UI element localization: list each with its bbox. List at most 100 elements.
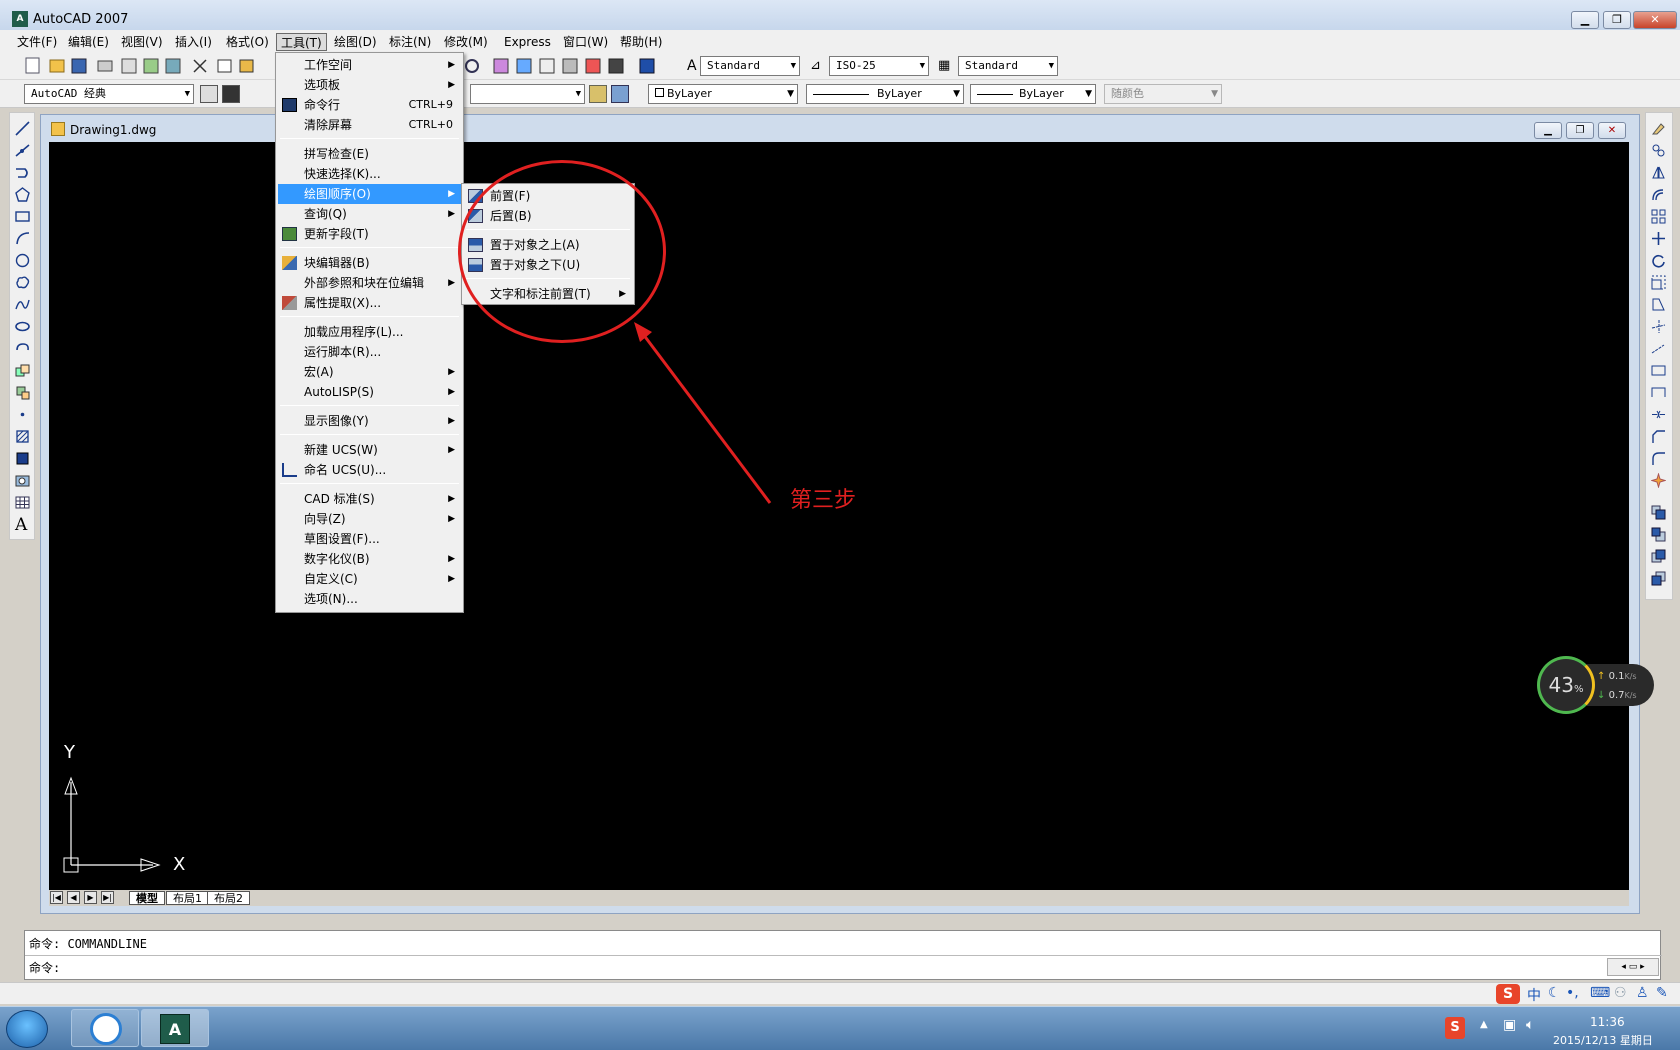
close-button[interactable]: ✕ [1633, 11, 1677, 29]
workspace-save-icon[interactable] [222, 85, 240, 103]
table-style-combo[interactable]: Standard ▼ [958, 56, 1058, 76]
drawing-minimize-button[interactable]: ▁ [1534, 122, 1562, 139]
send-under-icon[interactable] [1651, 571, 1666, 586]
menu-item-attribute-extract[interactable]: 属性提取(X)... [278, 293, 461, 313]
color-combo[interactable]: ByLayer ▼ [648, 84, 798, 104]
menu-draw[interactable]: 绘图(D) [330, 33, 381, 51]
autocad-app-icon[interactable]: A [12, 11, 28, 27]
send-to-back-icon[interactable] [1651, 527, 1666, 542]
sogou-ime-icon[interactable]: S [1496, 984, 1520, 1004]
menu-item-load-application[interactable]: 加载应用程序(L)... [278, 322, 461, 342]
make-block-icon[interactable] [15, 385, 30, 400]
maximize-button[interactable]: ❐ [1603, 11, 1631, 29]
menu-view[interactable]: 视图(V) [117, 33, 167, 51]
chamfer-icon[interactable] [1651, 429, 1666, 444]
menu-file[interactable]: 文件(F) [13, 33, 61, 51]
drawing-icon[interactable] [51, 122, 65, 136]
ellipse-icon[interactable] [15, 319, 30, 334]
menu-item-named-ucs[interactable]: 命名 UCS(U)... [278, 460, 461, 480]
offset-icon[interactable] [1651, 187, 1666, 202]
clock-date[interactable]: 2015/12/13 星期日 [1553, 1032, 1653, 1048]
tab-first-button[interactable]: |◀ [50, 891, 63, 904]
volume-icon[interactable]: 🔈︎ [1526, 1017, 1534, 1033]
construction-line-icon[interactable] [15, 143, 30, 158]
revision-cloud-icon[interactable] [15, 275, 30, 290]
command-input[interactable] [85, 958, 1595, 978]
menu-edit[interactable]: 编辑(E) [64, 33, 113, 51]
menu-item-draw-order[interactable]: 绘图顺序(O) ▶ [278, 184, 461, 204]
tab-next-button[interactable]: ▶ [84, 891, 97, 904]
menu-window[interactable]: 窗口(W) [559, 33, 612, 51]
rectangle-icon[interactable] [15, 209, 30, 224]
array-icon[interactable] [1651, 209, 1666, 224]
table-style-icon[interactable]: ▦ [938, 58, 950, 73]
user-icon[interactable]: ⚇ [1614, 985, 1627, 1001]
multiline-text-icon[interactable]: A [15, 515, 27, 535]
fillet-icon[interactable] [1651, 451, 1666, 466]
gradient-icon[interactable] [15, 451, 30, 466]
bring-above-icon[interactable] [1651, 549, 1666, 564]
break-icon[interactable] [1651, 385, 1666, 400]
taskbar-app-autocad[interactable]: A [141, 1009, 209, 1047]
ellipse-arc-icon[interactable] [15, 341, 30, 356]
tab-last-button[interactable]: ▶| [101, 891, 114, 904]
menu-format[interactable]: 格式(O) [222, 33, 273, 51]
menu-item-tablet[interactable]: 数字化仪(B) ▶ [278, 549, 461, 569]
standard-toolbar-icons-right[interactable] [462, 57, 662, 75]
drawing-close-button[interactable]: ✕ [1598, 122, 1626, 139]
tab-model[interactable]: 模型 [129, 891, 165, 905]
circle-icon[interactable] [15, 253, 30, 268]
network-speed-widget[interactable]: ↑ 0.1K/s ↓ 0.7K/s 43% [1537, 656, 1654, 714]
menu-item-xref-edit[interactable]: 外部参照和块在位编辑 ▶ [278, 273, 461, 293]
punctuation-icon[interactable]: •, [1566, 985, 1579, 1001]
menu-item-inquiry[interactable]: 查询(Q) ▶ [278, 204, 461, 224]
region-icon[interactable] [15, 473, 30, 488]
menu-item-options[interactable]: 选项(N)... [278, 589, 461, 609]
break-at-point-icon[interactable] [1651, 363, 1666, 378]
scale-icon[interactable] [1651, 275, 1666, 290]
menu-item-new-ucs[interactable]: 新建 UCS(W) ▶ [278, 440, 461, 460]
network-icon[interactable]: ▣ [1503, 1017, 1516, 1033]
minimize-button[interactable]: ▁ [1571, 11, 1599, 29]
join-icon[interactable] [1651, 407, 1666, 422]
mirror-icon[interactable] [1651, 165, 1666, 180]
ime-mode-indicator[interactable]: 中 [1527, 985, 1541, 1005]
menu-item-block-editor[interactable]: 块编辑器(B) [278, 253, 461, 273]
menu-item-workspace[interactable]: 工作空间 ▶ [278, 55, 461, 75]
menu-item-update-fields[interactable]: 更新字段(T) [278, 224, 461, 244]
skin-icon[interactable]: ♙ [1636, 985, 1649, 1001]
menu-express[interactable]: Express [500, 33, 555, 51]
workspace-settings-icon[interactable] [200, 85, 218, 103]
menu-item-clean-screen[interactable]: 清除屏幕 CTRL+0 [278, 115, 461, 135]
menu-item-command-line[interactable]: 命令行 CTRL+9 [278, 95, 461, 115]
menu-item-run-script[interactable]: 运行脚本(R)... [278, 342, 461, 362]
menu-item-spelling[interactable]: 拼写检查(E) [278, 144, 461, 164]
point-icon[interactable] [15, 407, 30, 422]
tab-layout1[interactable]: 布局1 [166, 891, 209, 905]
polygon-icon[interactable] [15, 187, 30, 202]
bring-to-front-icon[interactable] [1651, 505, 1666, 520]
menu-item-palettes[interactable]: 选项板 ▶ [278, 75, 461, 95]
hatch-icon[interactable] [15, 429, 30, 444]
taskbar-app-sogou[interactable] [71, 1009, 139, 1047]
extend-icon[interactable] [1651, 341, 1666, 356]
menu-item-display-image[interactable]: 显示图像(Y) ▶ [278, 411, 461, 431]
menu-tools[interactable]: 工具(T) [276, 33, 327, 51]
layer-previous-icon[interactable] [611, 85, 629, 103]
menu-item-quick-select[interactable]: 快速选择(K)... [278, 164, 461, 184]
linetype-combo[interactable]: ByLayer ▼ [806, 84, 964, 104]
lineweight-combo[interactable]: ByLayer ▼ [970, 84, 1096, 104]
wrench-icon[interactable]: ✎ [1656, 985, 1668, 1001]
dim-style-icon[interactable]: ⊿ [810, 58, 821, 73]
moon-icon[interactable]: ☾ [1548, 985, 1561, 1001]
clock-time[interactable]: 11:36 [1590, 1015, 1625, 1029]
keyboard-icon[interactable]: ⌨ [1590, 985, 1610, 1001]
explode-icon[interactable] [1651, 473, 1666, 488]
text-style-icon[interactable]: A [687, 58, 697, 74]
menu-item-customize[interactable]: 自定义(C) ▶ [278, 569, 461, 589]
menu-dimension[interactable]: 标注(N) [385, 33, 435, 51]
stretch-icon[interactable] [1651, 297, 1666, 312]
start-button[interactable] [6, 1010, 48, 1048]
menu-item-cad-standards[interactable]: CAD 标准(S) ▶ [278, 489, 461, 509]
dim-style-combo[interactable]: ISO-25 ▼ [829, 56, 929, 76]
